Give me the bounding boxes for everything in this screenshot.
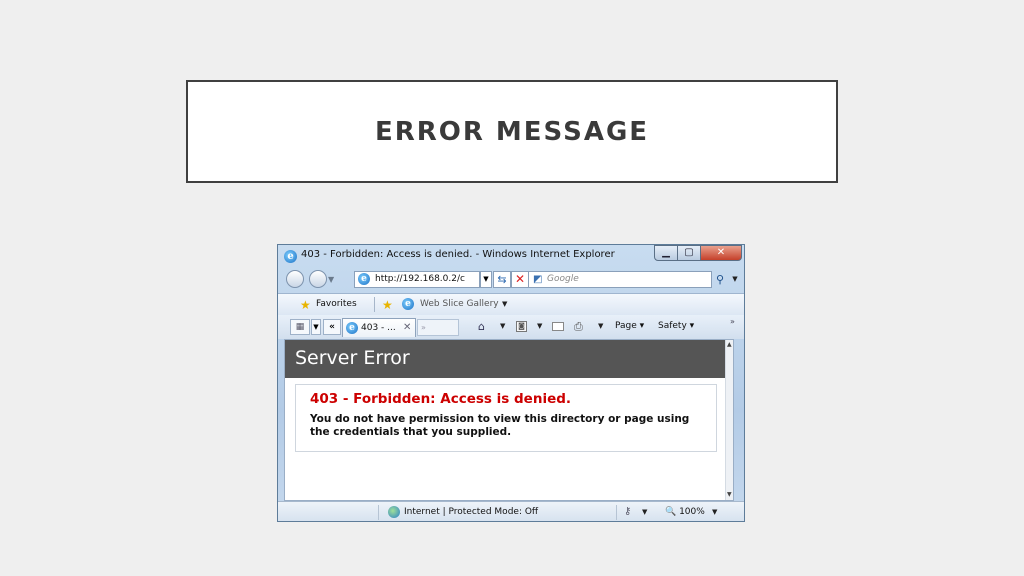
zoom-value: 100% [679, 507, 705, 517]
minimize-button[interactable]: ▁ [654, 245, 678, 261]
tab-current[interactable]: e 403 - ... ✕ [342, 318, 416, 337]
error-description: You do not have permission to view this … [310, 413, 690, 438]
web-slice-gallery-link[interactable]: Web Slice Gallery [420, 299, 499, 309]
scroll-down-icon[interactable]: ▼ [727, 491, 732, 498]
stop-button[interactable]: ✕ [511, 271, 529, 288]
tab-scroll-left-button[interactable]: « [323, 319, 341, 335]
quick-tabs-button[interactable]: ▦ [290, 319, 310, 335]
zoom-level[interactable]: 🔍 100% [665, 507, 705, 517]
search-icon[interactable]: ⚲ [713, 271, 727, 288]
favorites-button[interactable]: Favorites [316, 299, 357, 309]
close-tab-icon[interactable]: ✕ [403, 322, 411, 333]
search-options-dropdown[interactable]: ▼ [729, 271, 741, 288]
lock-dropdown-icon[interactable]: ▼ [642, 508, 647, 516]
more-commands-icon[interactable]: » [730, 317, 735, 326]
divider [378, 505, 379, 520]
address-row: ▼ e http://192.168.0.2/c ▼ ⇆ ✕ ◩ Google … [278, 267, 744, 293]
page-content: Server Error 403 - Forbidden: Access is … [284, 339, 734, 501]
slide-title: ERROR MESSAGE [374, 116, 650, 147]
error-box: 403 - Forbidden: Access is denied. You d… [295, 384, 717, 452]
divider [616, 505, 617, 520]
close-button[interactable]: ✕ [700, 245, 742, 261]
safety-menu[interactable]: Safety ▾ [658, 321, 694, 331]
mail-icon[interactable] [552, 322, 564, 331]
tab-page-icon: e [346, 322, 358, 334]
chevron-down-icon[interactable]: ▼ [502, 300, 507, 308]
zoom-dropdown-icon[interactable]: ▼ [712, 508, 717, 516]
server-error-title: Server Error [295, 347, 410, 369]
feed-icon[interactable]: ◙ [516, 321, 527, 332]
page-menu-label: Page [615, 321, 637, 331]
vertical-scrollbar[interactable]: ▲ ▼ [725, 340, 733, 500]
error-heading: 403 - Forbidden: Access is denied. [310, 391, 572, 407]
server-error-header: Server Error [285, 340, 725, 378]
maximize-button[interactable]: ▢ [677, 245, 701, 261]
divider [374, 297, 375, 312]
slide-title-box: ERROR MESSAGE [186, 80, 838, 183]
scroll-up-icon[interactable]: ▲ [727, 341, 732, 348]
address-dropdown-button[interactable]: ▼ [480, 271, 492, 288]
page-icon: e [358, 273, 370, 285]
ie-browser-window: e 403 - Forbidden: Access is denied. - W… [277, 244, 745, 522]
star-icon[interactable]: ★ [300, 298, 311, 312]
address-text: http://192.168.0.2/c [375, 274, 465, 284]
favorites-bar: ★ Favorites ★ e Web Slice Gallery ▼ [278, 293, 744, 316]
search-input[interactable]: ◩ Google [528, 271, 712, 288]
search-provider-icon: ◩ [533, 274, 543, 285]
print-icon[interactable]: ⎙ [574, 320, 583, 334]
forward-button[interactable] [309, 270, 327, 288]
ie-logo-icon: e [284, 250, 297, 263]
lock-icon[interactable]: ⚷ [624, 506, 631, 517]
home-icon[interactable]: ⌂ [478, 320, 485, 333]
address-bar[interactable]: e http://192.168.0.2/c [354, 271, 480, 288]
tab-label: 403 - ... [361, 323, 396, 333]
security-zone-text[interactable]: Internet | Protected Mode: Off [404, 507, 538, 517]
status-bar: Internet | Protected Mode: Off ⚷ ▼ 🔍 100… [278, 501, 744, 521]
web-slice-icon: e [402, 298, 414, 310]
home-dropdown-icon[interactable]: ▼ [500, 322, 505, 330]
feed-dropdown-icon[interactable]: ▼ [537, 322, 542, 330]
tab-list-dropdown[interactable]: ▼ [311, 319, 321, 335]
add-favorite-icon[interactable]: ★ [382, 298, 393, 312]
globe-icon [388, 506, 400, 518]
window-titlebar[interactable]: e 403 - Forbidden: Access is denied. - W… [278, 245, 744, 267]
refresh-button[interactable]: ⇆ [493, 271, 511, 288]
new-tab-button[interactable]: » [417, 319, 459, 336]
print-dropdown-icon[interactable]: ▼ [598, 322, 603, 330]
tab-command-row: ▦ ▼ « e 403 - ... ✕ » ⌂ ▼ ◙ ▼ ⎙ ▼ Page ▾… [278, 315, 744, 339]
window-title: 403 - Forbidden: Access is denied. - Win… [301, 249, 615, 260]
history-dropdown-icon[interactable]: ▼ [328, 275, 334, 284]
page-menu[interactable]: Page ▾ [615, 321, 644, 331]
safety-menu-label: Safety [658, 321, 687, 331]
back-button[interactable] [286, 270, 304, 288]
search-placeholder: Google [547, 274, 579, 284]
